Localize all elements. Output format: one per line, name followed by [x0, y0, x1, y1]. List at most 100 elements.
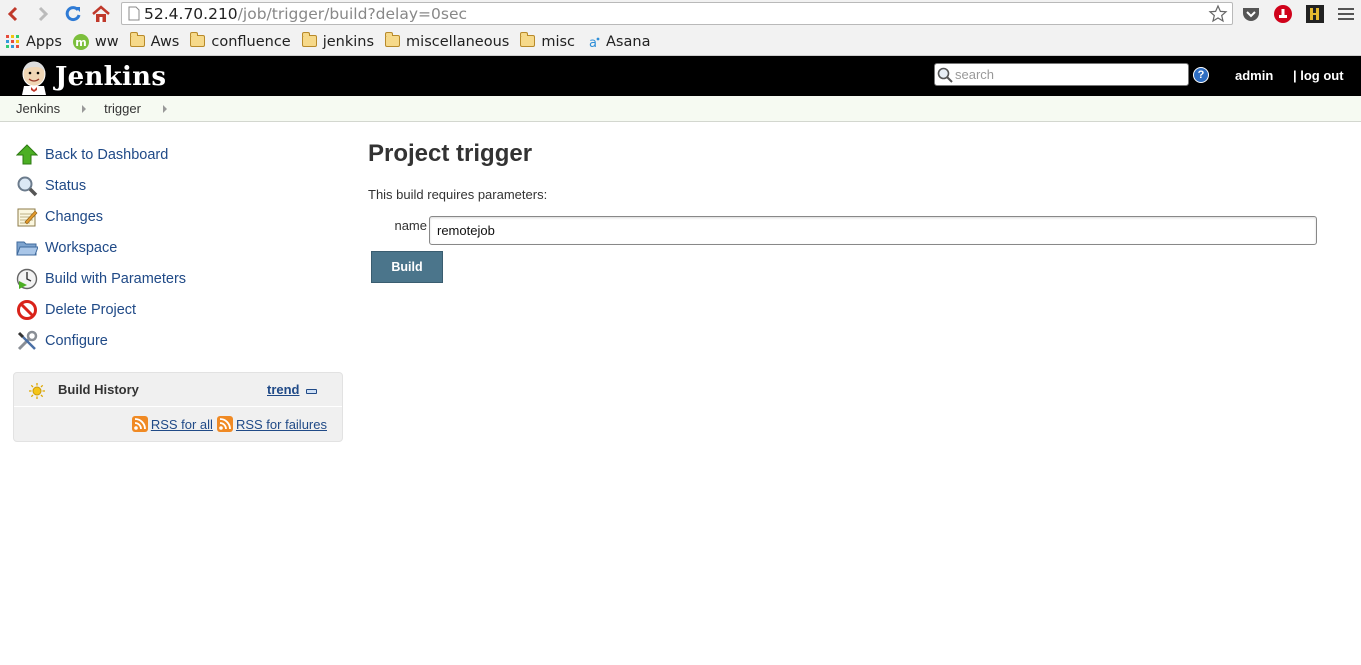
bookmark-asana[interactable]: a Asana [586, 34, 650, 50]
search-icon [937, 67, 953, 83]
rss-failures-link[interactable]: RSS for failures [236, 417, 327, 432]
up-arrow-icon [15, 143, 39, 167]
home-icon [92, 5, 110, 22]
bookmark-label: Apps [26, 33, 62, 50]
task-back-to-dashboard[interactable]: Back to Dashboard [13, 139, 343, 170]
bookmark-misc[interactable]: misc [520, 31, 576, 50]
task-delete-project[interactable]: Delete Project [13, 294, 343, 325]
folder-icon [129, 31, 145, 48]
breadcrumb-trigger[interactable]: trigger [104, 101, 141, 116]
breadcrumb-arrow-icon[interactable] [162, 104, 167, 113]
task-link[interactable]: Build with Parameters [45, 271, 186, 287]
side-panel: Back to Dashboard Status Changes Workspa… [13, 139, 343, 356]
build-button[interactable]: Build [371, 251, 443, 283]
clock-play-icon [15, 267, 39, 291]
jenkins-header: Jenkins ? admin | log out [0, 56, 1361, 96]
rss-icon [131, 416, 148, 432]
build-history-widget: Build History trend RSS for all RSS for … [13, 372, 343, 442]
trend-link[interactable]: trend [267, 382, 300, 397]
task-status[interactable]: Status [13, 170, 343, 201]
url-text: 52.4.70.210/job/trigger/build?delay=0sec [144, 5, 467, 23]
bookmark-label: Asana [606, 33, 651, 50]
forward-arrow-icon [38, 6, 49, 22]
collapse-toggle-icon[interactable] [306, 389, 317, 394]
build-history-title: Build History [58, 382, 139, 397]
search-input[interactable] [955, 67, 1185, 82]
bookmark-label: confluence [211, 33, 291, 50]
page-title: Project trigger [368, 140, 533, 167]
task-configure[interactable]: Configure [13, 325, 343, 356]
back-button[interactable] [0, 1, 26, 27]
home-button[interactable] [88, 1, 114, 27]
folder-icon [190, 31, 206, 48]
reload-button[interactable] [60, 1, 86, 27]
task-build-with-parameters[interactable]: Build with Parameters [13, 263, 343, 294]
logout-link[interactable]: | log out [1293, 68, 1344, 83]
folder-open-icon [15, 236, 39, 260]
task-changes[interactable]: Changes [13, 201, 343, 232]
bookmark-label: miscellaneous [406, 33, 510, 50]
task-link[interactable]: Changes [45, 209, 103, 225]
notepad-icon [15, 205, 39, 229]
apps-grid-icon [6, 34, 20, 49]
search-box [934, 63, 1189, 86]
bookmark-apps[interactable]: Apps [6, 34, 62, 50]
magnifier-icon [15, 174, 39, 198]
browser-menu-icon[interactable] [1336, 4, 1356, 24]
task-workspace[interactable]: Workspace [13, 232, 343, 263]
task-link[interactable]: Status [45, 178, 86, 194]
rss-all-link[interactable]: RSS for all [151, 417, 213, 432]
help-icon[interactable]: ? [1193, 67, 1209, 83]
breadcrumb-jenkins[interactable]: Jenkins [16, 101, 60, 116]
svg-text:a: a [589, 36, 597, 49]
rss-failures[interactable]: RSS for failures [216, 416, 327, 432]
bookmark-label: jenkins [322, 33, 375, 50]
bookmark-miscellaneous[interactable]: miscellaneous [385, 31, 510, 50]
bookmark-label: Aws [150, 33, 180, 50]
bookmark-ww[interactable]: m ww [72, 33, 119, 50]
bookmark-jenkins[interactable]: jenkins [301, 31, 375, 50]
bookmark-confluence[interactable]: confluence [190, 31, 291, 50]
task-link[interactable]: Configure [45, 333, 108, 349]
bookmark-star-icon[interactable] [1208, 4, 1228, 27]
no-entry-icon [15, 298, 39, 322]
breadcrumb: Jenkins trigger [0, 96, 1361, 122]
parameter-label: name [394, 218, 427, 233]
rss-all[interactable]: RSS for all [131, 416, 213, 432]
bookmarks-bar: Apps m ww Aws confluence jenkins miscell… [0, 28, 1361, 56]
bookmark-label: misc [541, 33, 576, 50]
build-history-feeds: RSS for all RSS for failures [14, 407, 342, 441]
asana-icon: a [586, 35, 600, 49]
user-link[interactable]: admin [1235, 68, 1273, 83]
url-path: /job/trigger/build?delay=0sec [237, 4, 468, 23]
build-history-header: Build History trend [14, 373, 342, 407]
pocket-extension-icon[interactable] [1241, 4, 1261, 24]
adblock-extension-icon[interactable] [1273, 4, 1293, 24]
task-link[interactable]: Delete Project [45, 302, 136, 318]
task-link[interactable]: Back to Dashboard [45, 147, 168, 163]
jenkins-title: Jenkins [55, 62, 167, 92]
reload-icon [65, 6, 81, 22]
folder-icon [520, 31, 536, 48]
folder-icon [385, 31, 401, 48]
bookmark-label: ww [94, 33, 119, 50]
breadcrumb-arrow-icon[interactable] [82, 104, 87, 113]
sun-icon [29, 383, 45, 399]
requires-parameters-text: This build requires parameters: [368, 187, 548, 202]
bookmark-aws[interactable]: Aws [129, 31, 180, 50]
rss-icon [216, 416, 233, 432]
wrench-screwdriver-icon [15, 329, 39, 353]
parameter-name-input[interactable] [429, 216, 1317, 245]
folder-icon [301, 31, 317, 48]
address-bar[interactable]: 52.4.70.210/job/trigger/build?delay=0sec [121, 2, 1233, 25]
page-icon [128, 6, 140, 21]
svg-text:m: m [75, 36, 86, 49]
extension-icon[interactable] [1305, 4, 1325, 24]
forward-button[interactable] [30, 1, 56, 27]
parameter-row: name [368, 216, 1317, 245]
main-panel: Project trigger This build requires para… [368, 140, 1317, 283]
ww-m-icon: m [72, 33, 89, 50]
task-link[interactable]: Workspace [45, 240, 117, 256]
url-host: 52.4.70.210 [144, 4, 238, 23]
jenkins-logo[interactable]: Jenkins [16, 59, 166, 95]
